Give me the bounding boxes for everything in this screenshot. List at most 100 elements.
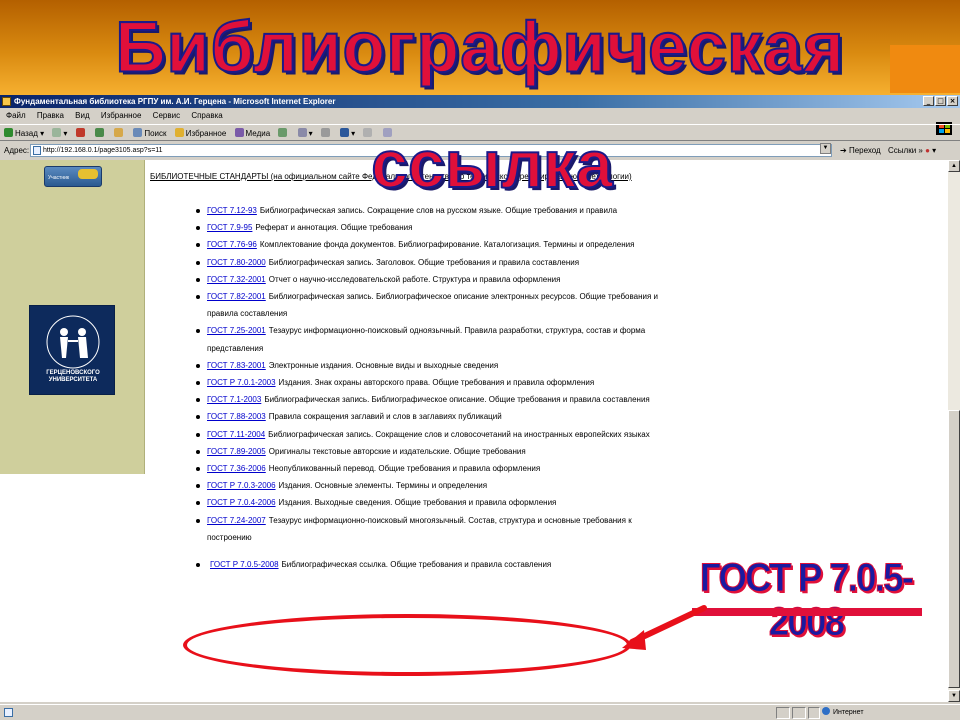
- menu-favorites[interactable]: Избранное: [101, 111, 142, 120]
- standard-link[interactable]: ГОСТ 7.82-2001: [207, 292, 266, 301]
- standard-title: Тезаурус информационно-поисковый многояз…: [207, 515, 632, 542]
- list-item: ГОСТ 7.76-96 Комплектование фонда докумен…: [195, 236, 665, 253]
- list-item: ГОСТ Р 7.0.1-2003 Издания. Знак охраны ав…: [195, 374, 665, 391]
- ie-app-icon: [2, 97, 11, 106]
- mail-icon: [297, 128, 307, 137]
- badge-label: Участник: [48, 175, 70, 181]
- standard-link[interactable]: ГОСТ 7.83-2001: [207, 361, 266, 370]
- address-url: http://192.168.0.1/page3105.asp?s=11: [43, 147, 163, 154]
- university-emblem[interactable]: ГЕРЦЕНОВСКОГО УНИВЕРСИТЕТА: [29, 305, 115, 395]
- standard-title: Электронные издания. Основные виды и вых…: [268, 360, 499, 370]
- menu-edit[interactable]: Правка: [37, 111, 64, 120]
- window-titlebar[interactable]: Фундаментальная библиотека РГПУ им. А.И.…: [0, 95, 960, 108]
- standard-link[interactable]: ГОСТ Р 7.0.4-2006: [207, 498, 276, 507]
- links-button[interactable]: Ссылки » ● ▾: [888, 142, 936, 159]
- highlight-ellipse: [183, 614, 631, 676]
- window-title: Фундаментальная библиотека РГПУ им. А.И.…: [14, 97, 336, 106]
- search-button[interactable]: Поиск: [133, 125, 167, 142]
- window-controls: _ □ ×: [923, 96, 958, 106]
- mail-button[interactable]: ▾: [297, 125, 313, 142]
- standard-link[interactable]: ГОСТ 7.24-2007: [207, 516, 266, 525]
- scroll-thumb[interactable]: [948, 410, 960, 688]
- history-button[interactable]: [278, 125, 289, 142]
- print-icon: [320, 128, 330, 137]
- list-item: ГОСТ 7.83-2001 Электронные издания. Основ…: [195, 357, 665, 374]
- standard-link[interactable]: ГОСТ 7.36-2006: [207, 464, 266, 473]
- status-cell: [776, 707, 790, 719]
- search-icon: [133, 128, 143, 137]
- list-item: ГОСТ 7.80-2000 Библиографическая запись. …: [195, 254, 665, 271]
- refresh-icon: [94, 128, 104, 137]
- scroll-up-button[interactable]: ▲: [948, 160, 960, 172]
- list-item: ГОСТ Р 7.0.5-2008 Библиографическая ссылк…: [195, 556, 665, 573]
- standard-link[interactable]: ГОСТ 7.32-2001: [207, 275, 266, 284]
- menu-file[interactable]: Файл: [6, 111, 26, 120]
- list-item: ГОСТ 7.12-93 Библиографическая запись. Со…: [195, 202, 665, 219]
- slide-title: Библиографическая: [114, 6, 845, 88]
- stop-button[interactable]: [75, 125, 87, 142]
- standard-link[interactable]: ГОСТ Р 7.0.3-2006: [207, 481, 276, 490]
- site-sidebar: Участник ГЕРЦЕНОВСКОГО УНИВЕРСИТЕТА: [0, 160, 145, 474]
- media-button[interactable]: Медиа: [234, 125, 270, 142]
- standard-link[interactable]: ГОСТ Р 7.0.1-2003: [207, 378, 276, 387]
- emblem-caption: ГЕРЦЕНОВСКОГО УНИВЕРСИТЕТА: [46, 370, 100, 383]
- globe-icon: [822, 707, 830, 715]
- standard-title: Отчет о научно-исследовательской работе.…: [268, 274, 561, 284]
- menu-help[interactable]: Справка: [191, 111, 222, 120]
- standard-title: Библиографическая запись. Сокращение сло…: [268, 429, 650, 439]
- standard-link[interactable]: ГОСТ Р 7.0.5-2008: [210, 560, 279, 569]
- security-zone: Интернет: [822, 706, 864, 720]
- print-button[interactable]: [320, 125, 332, 142]
- media-icon: [234, 128, 244, 137]
- standard-link[interactable]: ГОСТ 7.25-2001: [207, 326, 266, 335]
- standard-link[interactable]: ГОСТ 7.12-93: [207, 206, 257, 215]
- close-button[interactable]: ×: [947, 96, 958, 106]
- standard-title: Издания. Выходные сведения. Общие требов…: [278, 498, 557, 508]
- translate-icon: ●: [925, 146, 930, 155]
- standard-link[interactable]: ГОСТ 7.76-96: [207, 240, 257, 249]
- standard-title: Неопубликованный перевод. Общие требован…: [268, 464, 541, 474]
- standard-link[interactable]: ГОСТ 7.88-2003: [207, 412, 266, 421]
- forward-button[interactable]: ▾: [52, 125, 67, 142]
- standard-title: Реферат и аннотация. Общие требования: [255, 223, 413, 233]
- list-item: ГОСТ 7.32-2001 Отчет о научно-исследовате…: [195, 271, 665, 288]
- menu-view[interactable]: Вид: [75, 111, 89, 120]
- participant-badge[interactable]: Участник: [44, 166, 102, 187]
- list-item: ГОСТ 7.1-2003 Библиографическая запись. Б…: [195, 391, 665, 408]
- standard-title: Библиографическая запись. Сокращение сло…: [259, 206, 618, 215]
- scroll-down-button[interactable]: ▼: [948, 690, 960, 702]
- forward-arrow-icon: [52, 128, 62, 137]
- standard-title: Библиографическая запись. Заголовок. Общ…: [268, 257, 580, 267]
- standard-link[interactable]: ГОСТ 7.11-2004: [207, 430, 265, 439]
- home-button[interactable]: [114, 125, 125, 142]
- go-button[interactable]: ➔ Переход: [840, 142, 881, 159]
- maximize-button[interactable]: □: [935, 96, 946, 106]
- standard-link[interactable]: ГОСТ 7.89-2005: [207, 447, 266, 456]
- history-icon: [278, 128, 288, 137]
- refresh-button[interactable]: [94, 125, 106, 142]
- standard-title: Оригиналы текстовые авторские и издатель…: [268, 446, 526, 456]
- list-item: ГОСТ 7.88-2003 Правила сокращения заглави…: [195, 408, 665, 425]
- standard-title: Комплектование фонда документов. Библиог…: [259, 240, 635, 250]
- favorites-button[interactable]: Избранное: [174, 125, 226, 142]
- standard-link[interactable]: ГОСТ 7.80-2000: [207, 258, 266, 267]
- standards-list: ГОСТ 7.12-93 Библиографическая запись. Со…: [195, 202, 665, 573]
- standard-title: Издания. Основные элементы. Термины и оп…: [278, 481, 488, 491]
- back-arrow-icon: [4, 128, 13, 137]
- address-dropdown-button[interactable]: ▼: [820, 143, 831, 154]
- status-bar: Интернет: [0, 704, 960, 720]
- callout-arrow: [622, 605, 707, 650]
- standard-link[interactable]: ГОСТ 7.9-95: [207, 223, 252, 232]
- minimize-button[interactable]: _: [923, 96, 934, 106]
- favorites-icon: [174, 128, 184, 137]
- back-button[interactable]: Назад ▾: [4, 125, 44, 142]
- standard-link[interactable]: ГОСТ 7.1-2003: [207, 395, 261, 404]
- list-item: ГОСТ Р 7.0.3-2006 Издания. Основные элеме…: [195, 477, 665, 494]
- page-icon: [33, 146, 41, 155]
- standard-title: Правила сокращения заглавий и слов в заг…: [268, 412, 502, 422]
- standard-title: Библиографическая запись. Библиографичес…: [264, 395, 650, 405]
- menu-tools[interactable]: Сервис: [153, 111, 180, 120]
- list-item: ГОСТ 7.24-2007 Тезаурус информационно-пои…: [195, 512, 665, 546]
- vertical-scrollbar[interactable]: ▲ ▼: [948, 160, 960, 702]
- list-item: ГОСТ 7.82-2001 Библиографическая запись. …: [195, 288, 665, 322]
